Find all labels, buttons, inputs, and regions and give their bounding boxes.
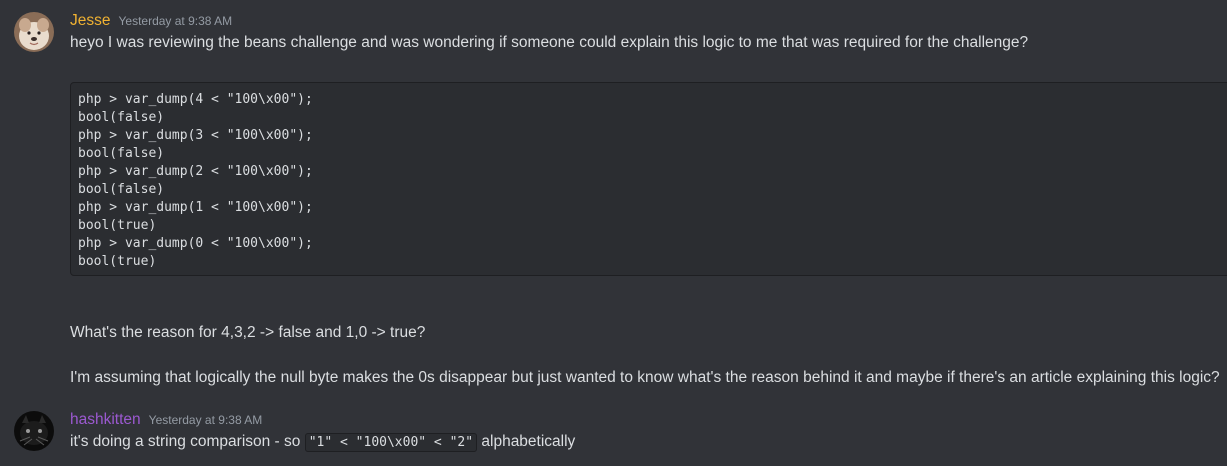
code-line: php > var_dump(4 < "100\x00"); [78, 92, 313, 107]
code-line: php > var_dump(1 < "100\x00"); [78, 200, 313, 215]
code-line: php > var_dump(3 < "100\x00"); [78, 128, 313, 143]
code-line: bool(false) [78, 146, 165, 161]
code-line: bool(true) [78, 254, 157, 269]
message-text: it's doing a string comparison - so "1" … [70, 433, 576, 452]
code-line: php > var_dump(0 < "100\x00"); [78, 236, 313, 251]
message-header-hashkitten: hashkitten Yesterday at 9:38 AM [70, 411, 262, 429]
inline-code: "1" < "100\x00" < "2" [304, 433, 478, 452]
message-text: I'm assuming that logically the null byt… [70, 369, 1220, 386]
avatar-hashkitten[interactable] [14, 411, 54, 451]
code-line: php > var_dump(2 < "100\x00"); [78, 164, 313, 179]
message-header-jesse: Jesse Yesterday at 9:38 AM [70, 12, 232, 30]
timestamp[interactable]: Yesterday at 9:38 AM [149, 413, 263, 427]
message-text-segment: it's doing a string comparison - so [70, 433, 305, 450]
dog-avatar-icon [14, 12, 54, 52]
username-hashkitten[interactable]: hashkitten [70, 411, 141, 429]
username-jesse[interactable]: Jesse [70, 12, 111, 30]
code-line: bool(true) [78, 218, 157, 233]
code-block: php > var_dump(4 < "100\x00"); bool(fals… [70, 82, 1227, 276]
message-text-segment: alphabetically [477, 433, 576, 450]
code-line: bool(false) [78, 182, 165, 197]
message-text: heyo I was reviewing the beans challenge… [70, 34, 1029, 51]
cat-avatar-icon [14, 411, 54, 451]
message-text: What's the reason for 4,3,2 -> false and… [70, 324, 426, 341]
timestamp[interactable]: Yesterday at 9:38 AM [119, 14, 233, 28]
chat-messages: Jesse Yesterday at 9:38 AM heyo I was re… [0, 0, 1227, 466]
code-line: bool(false) [78, 110, 165, 125]
avatar-jesse[interactable] [14, 12, 54, 52]
